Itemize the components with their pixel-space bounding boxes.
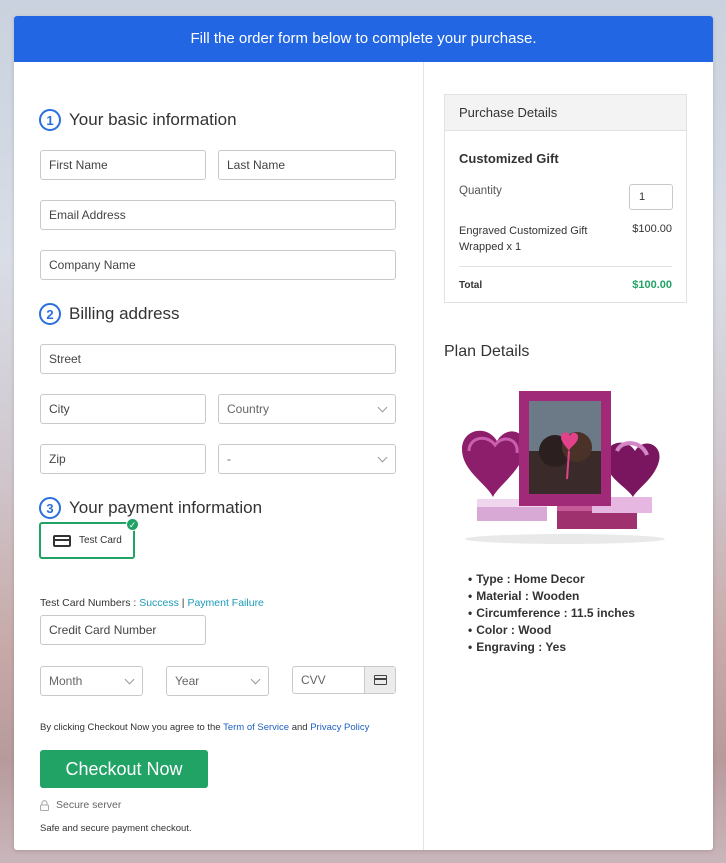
country-select-value: Country <box>227 402 270 416</box>
test-card-numbers: Test Card Numbers : Success | Payment Fa… <box>40 597 264 609</box>
country-select[interactable]: Country <box>218 394 396 424</box>
plan-specs-list: Type : Home Decor Material : Wooden Circ… <box>468 571 635 656</box>
step-number: 2 <box>39 303 61 325</box>
email-field[interactable]: Email Address <box>40 200 396 230</box>
year-select-value: Year <box>175 674 200 688</box>
city-field[interactable]: City <box>40 394 206 424</box>
quantity-input[interactable]: 1 <box>629 184 673 210</box>
cvv-card-icon <box>364 667 395 693</box>
zip-field[interactable]: Zip <box>40 444 206 474</box>
section-basic-info: 1 Your basic information <box>39 109 237 131</box>
payment-failure-link[interactable]: Payment Failure <box>187 597 263 609</box>
privacy-link[interactable]: Privacy Policy <box>310 722 369 733</box>
card-number-field[interactable]: Credit Card Number <box>40 615 206 645</box>
purchase-details-header: Purchase Details <box>445 95 686 131</box>
street-field[interactable]: Street <box>40 344 396 374</box>
spec-item: Type : Home Decor <box>468 571 635 588</box>
section-title: Your basic information <box>69 110 237 129</box>
spec-item: Circumference : 11.5 inches <box>468 605 635 622</box>
test-card-label: Test Card <box>79 535 122 546</box>
chevron-down-icon <box>124 674 135 685</box>
secure-server-text: Secure server <box>56 799 122 811</box>
cvv-placeholder: CVV <box>301 673 326 687</box>
order-form-card: Fill the order form below to complete yo… <box>14 16 713 850</box>
spec-item: Material : Wooden <box>468 588 635 605</box>
form-column: 1 Your basic information First Name Last… <box>14 62 423 850</box>
test-card-option[interactable]: Test Card ✓ <box>39 518 139 559</box>
product-image <box>462 391 665 544</box>
company-field[interactable]: Company Name <box>40 250 396 280</box>
header-banner: Fill the order form below to complete yo… <box>14 16 713 62</box>
cvv-field[interactable]: CVV <box>292 666 396 694</box>
step-number: 3 <box>39 497 61 519</box>
state-select[interactable]: - <box>218 444 396 474</box>
check-icon: ✓ <box>126 518 139 531</box>
lock-icon <box>40 800 49 811</box>
state-select-value: - <box>227 452 231 466</box>
item-price: $100.00 <box>632 223 672 235</box>
total-label: Total <box>459 280 483 291</box>
credit-card-icon <box>53 534 71 547</box>
product-name: Customized Gift <box>459 151 559 166</box>
purchase-details-box: Purchase Details Customized Gift Quantit… <box>444 94 687 303</box>
plan-details-title: Plan Details <box>444 343 530 360</box>
quantity-label: Quantity <box>459 185 502 197</box>
first-name-field[interactable]: First Name <box>40 150 206 180</box>
agreement-and: and <box>289 722 311 733</box>
spec-item: Engraving : Yes <box>468 639 635 656</box>
year-select[interactable]: Year <box>166 666 269 696</box>
chevron-down-icon <box>377 402 388 413</box>
details-column: Purchase Details Customized Gift Quantit… <box>424 62 713 850</box>
success-link[interactable]: Success <box>139 597 179 609</box>
section-billing: 2 Billing address <box>39 303 180 325</box>
terms-link[interactable]: Term of Service <box>223 722 289 733</box>
section-payment: 3 Your payment information <box>39 497 262 519</box>
section-title: Your payment information <box>69 498 263 517</box>
step-number: 1 <box>39 109 61 131</box>
spec-item: Color : Wood <box>468 622 635 639</box>
agreement-text: By clicking Checkout Now you agree to th… <box>40 722 369 733</box>
agreement-prefix: By clicking Checkout Now you agree to th… <box>40 722 224 733</box>
chevron-down-icon <box>377 452 388 463</box>
month-select-value: Month <box>49 674 83 688</box>
last-name-field[interactable]: Last Name <box>218 150 396 180</box>
item-description: Engraved Customized Gift Wrapped x 1 <box>459 225 588 253</box>
test-card-numbers-label: Test Card Numbers : <box>40 597 140 609</box>
checkout-now-button[interactable]: Checkout Now <box>40 750 208 788</box>
section-title: Billing address <box>69 304 180 323</box>
month-select[interactable]: Month <box>40 666 143 696</box>
chevron-down-icon <box>250 674 261 685</box>
secure-note: Safe and secure payment checkout. <box>40 823 192 834</box>
summary-divider <box>459 266 672 267</box>
total-value: $100.00 <box>632 279 672 291</box>
